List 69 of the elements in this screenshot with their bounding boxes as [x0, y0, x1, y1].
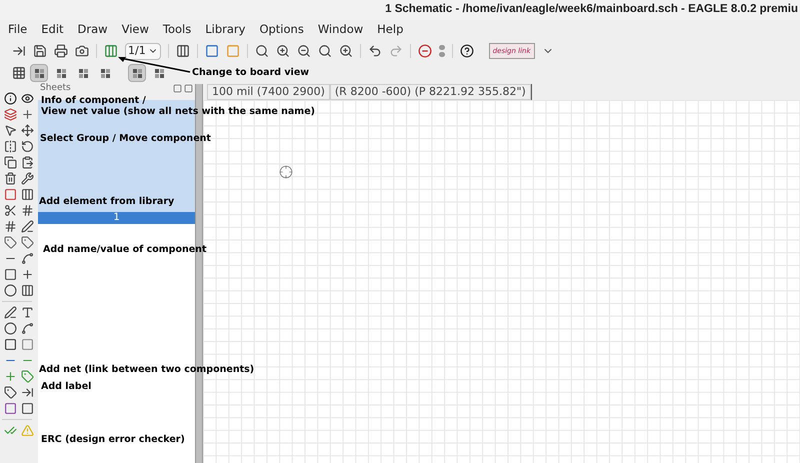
pen-icon[interactable]	[21, 220, 34, 232]
camera-icon[interactable]	[75, 44, 89, 58]
annotation-text: Add label	[41, 380, 92, 394]
annotation-text: Change to board view	[192, 66, 310, 80]
hash-icon[interactable]	[21, 204, 34, 216]
dimension-icon[interactable]	[21, 386, 34, 398]
move-icon[interactable]	[21, 124, 34, 136]
panel-title: Sheets	[40, 84, 71, 93]
menu-item[interactable]: View	[122, 21, 149, 39]
float-icon[interactable]	[173, 84, 182, 93]
menu-item[interactable]: Tools	[162, 21, 192, 39]
text-icon[interactable]	[21, 306, 34, 318]
stop-icon[interactable]	[418, 44, 432, 58]
menu-item[interactable]: Library	[205, 21, 246, 39]
print-icon[interactable]	[54, 44, 68, 58]
save-icon[interactable]	[33, 44, 47, 58]
shape-icon[interactable]	[4, 268, 17, 280]
eye-icon[interactable]	[21, 92, 34, 104]
rotate-icon[interactable]	[21, 140, 34, 152]
undo-icon[interactable]	[368, 44, 382, 58]
menu-item[interactable]: Draw	[78, 21, 108, 39]
layout-toggle[interactable]	[128, 64, 146, 82]
circle-icon[interactable]	[4, 322, 17, 334]
tag-icon[interactable]	[4, 236, 17, 248]
annotation-text: Add net (link between two components)	[39, 363, 254, 377]
zoom-out-icon[interactable]	[296, 44, 311, 58]
rectangle-icon[interactable]	[4, 338, 17, 350]
annotation-text: ERC (design error checker)	[41, 433, 185, 447]
page-select[interactable]: 1/1	[125, 42, 161, 60]
import-icon[interactable]	[12, 44, 26, 58]
pointer-icon[interactable]	[4, 124, 17, 136]
zoom-fit-icon[interactable]	[254, 44, 269, 58]
annotation-text: Add name/value of component	[43, 243, 206, 257]
dot-circle-icon[interactable]	[4, 284, 17, 296]
menu-item[interactable]: Window	[318, 21, 364, 39]
columns-icon[interactable]	[176, 44, 190, 58]
zoom-menu-icon[interactable]	[338, 44, 353, 58]
annotation-text: Info of component /	[41, 94, 146, 106]
scissors-icon[interactable]	[4, 204, 17, 216]
zoom-select-icon[interactable]	[318, 44, 332, 58]
wrench-icon[interactable]	[21, 172, 34, 184]
menu-item[interactable]: Help	[377, 21, 404, 39]
window-title: 1 Schematic - /home/ivan/eagle/week6/mainboard.sch - EAGLE 8.0.2 premiu	[385, 2, 798, 18]
layers-icon[interactable]	[4, 108, 17, 120]
layout-toggle[interactable]	[30, 64, 48, 82]
delete-icon[interactable]	[4, 172, 17, 184]
sheet-item[interactable]: 1	[38, 212, 195, 224]
curve-icon[interactable]	[21, 252, 34, 264]
plus-icon[interactable]	[21, 108, 34, 120]
info-icon[interactable]	[4, 92, 17, 104]
zoom-in-icon[interactable]	[276, 44, 290, 58]
position-readout: (R 8200 -600) (P 8221.92 355.82")	[330, 84, 531, 100]
menu-item[interactable]: Options	[259, 21, 304, 39]
mirror-icon[interactable]	[4, 140, 17, 152]
paste-icon[interactable]	[21, 156, 34, 168]
annotation-text: Select Group / Move component	[40, 132, 211, 146]
annotation-text: View net value (show all nets with the same name)	[41, 105, 315, 119]
grid-icon[interactable]	[12, 66, 26, 80]
annotation-text: Add element from library	[39, 195, 174, 209]
copy-icon[interactable]	[4, 156, 17, 168]
square-icon[interactable]	[4, 188, 17, 200]
grid-readout: 100 mil (7400 2900)	[207, 84, 330, 100]
value-tag-icon[interactable]	[21, 236, 34, 248]
close-icon[interactable]	[184, 84, 193, 93]
crosshair-icon	[279, 165, 293, 179]
help-icon[interactable]	[460, 44, 474, 58]
arc-icon[interactable]	[21, 322, 34, 334]
menu-item[interactable]: Edit	[41, 21, 64, 39]
menu-item[interactable]: File	[8, 21, 28, 39]
